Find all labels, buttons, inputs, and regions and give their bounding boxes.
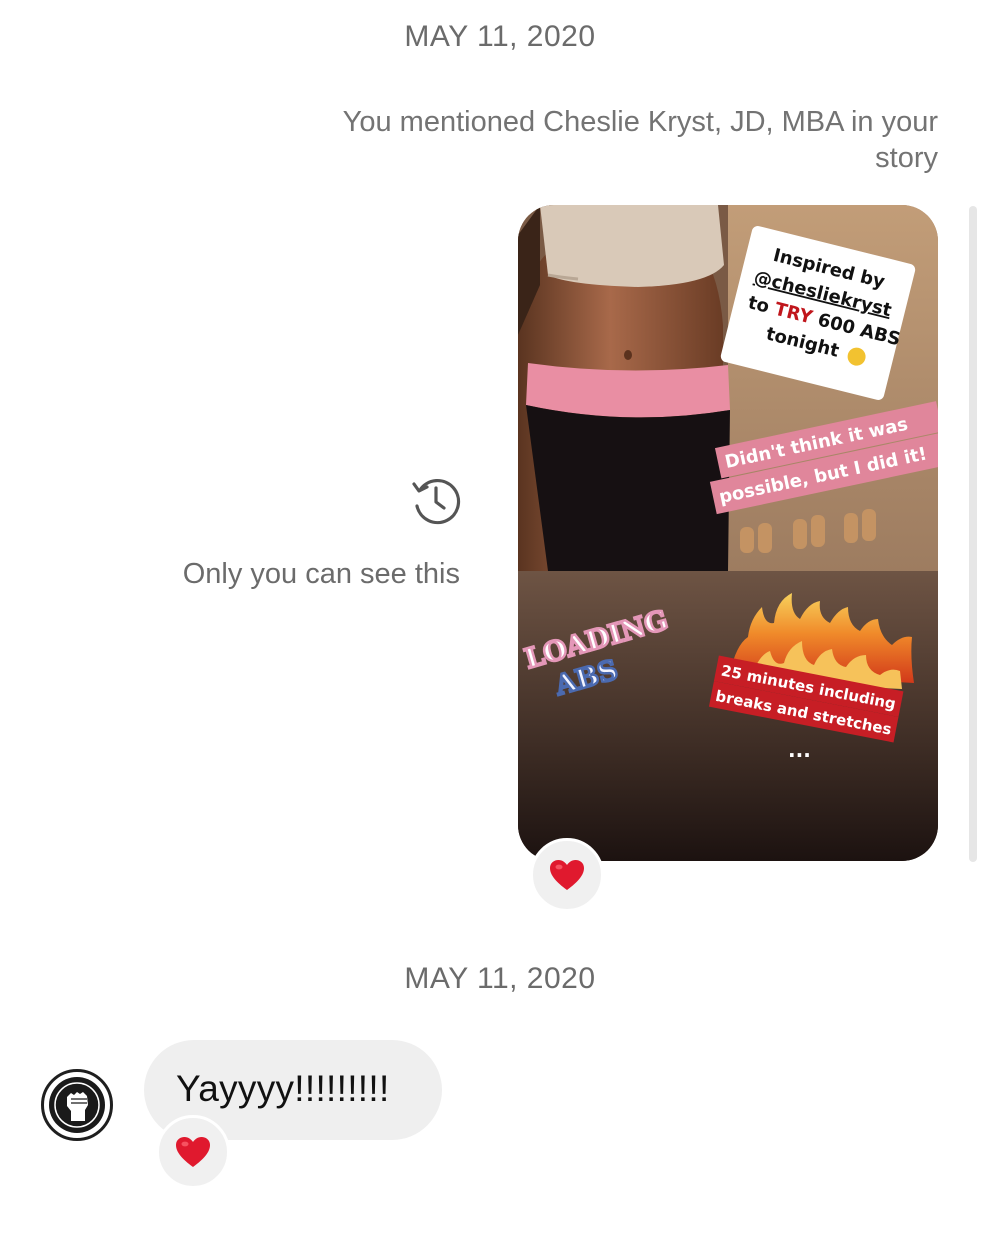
story-mention-notice: You mentioned Cheslie Kryst, JD, MBA in … xyxy=(342,106,938,174)
message-reaction[interactable] xyxy=(156,1115,230,1189)
heart-emoji-icon xyxy=(176,1137,210,1167)
date-separator: MAY 11, 2020 xyxy=(404,962,596,995)
workout-photo xyxy=(518,205,730,571)
date-separator: MAY 11, 2020 xyxy=(404,20,596,53)
avatar[interactable] xyxy=(41,1069,113,1141)
story-preview[interactable]: Inspired by @chesliekryst to TRY 600 ABS… xyxy=(518,205,938,861)
story-reaction[interactable] xyxy=(530,838,604,912)
history-icon xyxy=(412,479,461,525)
message-text: Yayyyy!!!!!!!!! xyxy=(176,1068,390,1109)
scrollbar[interactable] xyxy=(969,206,977,862)
raised-fist-avatar-icon xyxy=(49,1077,105,1133)
visibility-note: Only you can see this xyxy=(182,558,460,590)
story-ellipsis: ... xyxy=(788,738,811,762)
heart-emoji-icon xyxy=(550,860,584,890)
